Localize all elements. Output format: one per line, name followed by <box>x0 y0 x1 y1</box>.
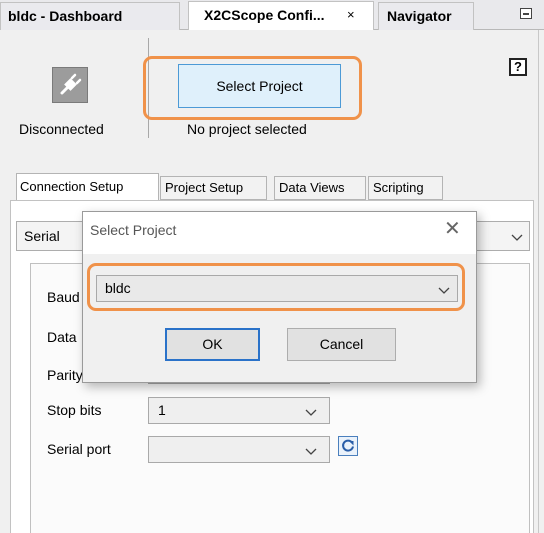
refresh-ports-button[interactable] <box>338 436 358 456</box>
help-icon[interactable]: ? <box>509 58 527 76</box>
plug-disconnected-icon[interactable] <box>52 67 88 103</box>
refresh-icon <box>342 439 354 452</box>
tab-scripting[interactable]: Scripting <box>368 176 443 200</box>
panel-divider <box>538 30 539 533</box>
tab-project-setup[interactable]: Project Setup <box>160 176 267 200</box>
tab-data-views[interactable]: Data Views <box>274 176 366 200</box>
document-tab-strip: bldc - Dashboard X2CScope Confi... × Nav… <box>0 0 544 31</box>
project-select-value: bldc <box>105 280 131 296</box>
cancel-button[interactable]: Cancel <box>287 328 396 361</box>
minimize-icon[interactable] <box>520 8 532 19</box>
tab-connection-setup[interactable]: Connection Setup <box>16 173 159 201</box>
project-select[interactable]: bldc <box>96 275 458 302</box>
connection-type-value: Serial <box>24 228 60 244</box>
ok-button[interactable]: OK <box>165 328 260 361</box>
tab-dashboard[interactable]: bldc - Dashboard <box>0 2 180 30</box>
tab-x2cscope-label: X2CScope Confi... <box>204 7 325 23</box>
serial-port-select[interactable] <box>148 436 330 463</box>
chevron-down-icon <box>305 448 317 455</box>
chevron-down-icon <box>305 409 317 416</box>
stop-bits-value: 1 <box>158 402 166 418</box>
serial-port-label: Serial port <box>47 441 111 457</box>
connection-status: Disconnected <box>19 121 104 137</box>
data-bits-label: Data <box>47 329 77 345</box>
chevron-down-icon <box>438 287 450 294</box>
project-status: No project selected <box>187 121 307 137</box>
chevron-down-icon <box>511 234 523 241</box>
baud-label: Baud <box>47 289 80 305</box>
tab-x2cscope-config[interactable]: X2CScope Confi... × <box>188 1 374 31</box>
select-project-button[interactable]: Select Project <box>178 64 341 108</box>
tab-navigator-label: Navigator <box>387 8 452 24</box>
parity-label: Parity <box>47 367 83 383</box>
tab-navigator[interactable]: Navigator <box>378 2 474 30</box>
dialog-title: Select Project <box>90 222 177 238</box>
close-icon[interactable]: × <box>347 2 355 28</box>
stop-bits-select[interactable]: 1 <box>148 397 330 424</box>
tab-dashboard-label: bldc - Dashboard <box>8 8 123 24</box>
close-icon[interactable]: ✕ <box>444 219 461 239</box>
stop-bits-label: Stop bits <box>47 402 102 418</box>
